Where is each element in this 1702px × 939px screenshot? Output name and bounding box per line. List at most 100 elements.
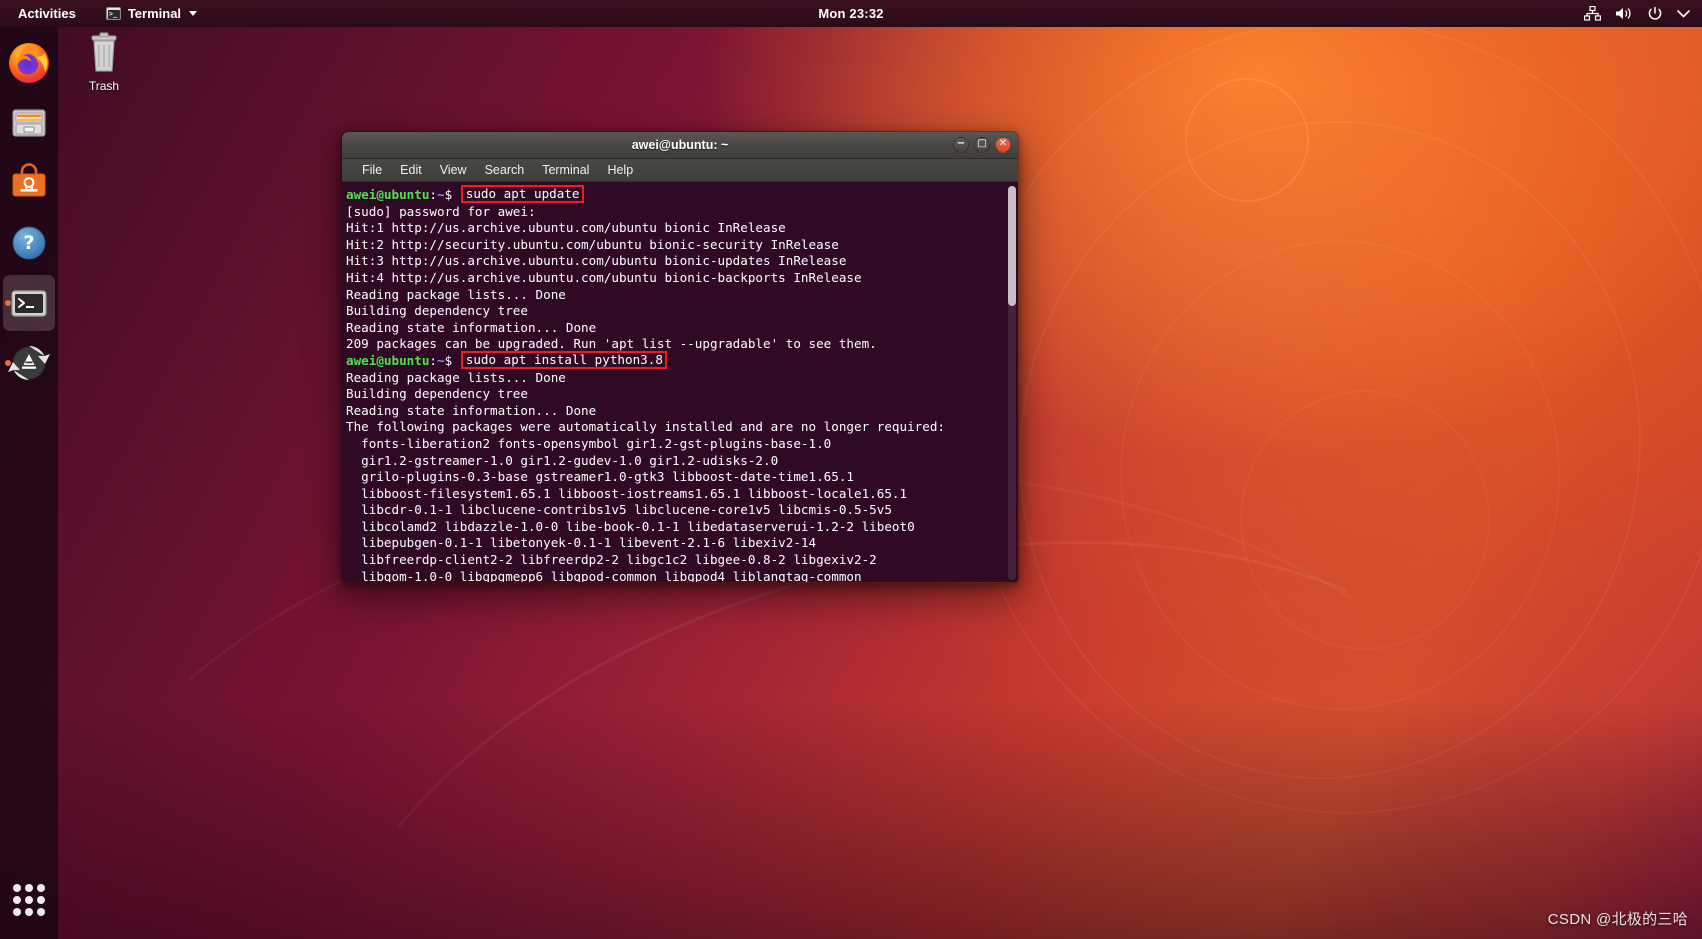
- terminal-output-line: Hit:3 http://us.archive.ubuntu.com/ubunt…: [346, 253, 1018, 270]
- terminal-text: grilo-plugins-0.3-base gstreamer1.0-gtk3…: [346, 469, 854, 485]
- apps-dot: [25, 908, 33, 916]
- terminal-icon: [11, 290, 47, 317]
- wallpaper-swirl: [1240, 390, 1490, 650]
- terminal-body[interactable]: awei@ubuntu:~$ sudo apt update [sudo] pas…: [342, 182, 1018, 582]
- apps-dot: [37, 896, 45, 904]
- dock-item-software[interactable]: [3, 155, 55, 211]
- terminal-output-line: grilo-plugins-0.3-base gstreamer1.0-gtk3…: [346, 469, 1018, 486]
- terminal-text: Hit:3 http://us.archive.ubuntu.com/ubunt…: [346, 253, 847, 269]
- terminal-text: 209 packages can be upgraded. Run 'apt l…: [346, 336, 877, 352]
- menu-help[interactable]: Help: [598, 161, 642, 179]
- highlighted-command: sudo apt update: [460, 185, 584, 203]
- terminal-scrollbar[interactable]: [1008, 186, 1016, 580]
- prompt-tail: $: [444, 352, 460, 368]
- dock-item-help[interactable]: ?: [3, 215, 55, 271]
- chevron-down-icon: [189, 11, 198, 16]
- dock: ?: [0, 27, 58, 939]
- menu-file[interactable]: File: [353, 161, 391, 179]
- terminal-output-line: libcolamd2 libdazzle-1.0-0 libe-book-0.1…: [346, 519, 1018, 536]
- prompt-user: awei@ubuntu: [346, 352, 430, 368]
- close-button[interactable]: ✕: [995, 137, 1011, 153]
- wallpaper-swirl: [958, 62, 1702, 838]
- terminal-output-line: Hit:4 http://us.archive.ubuntu.com/ubunt…: [346, 270, 1018, 287]
- prompt-separator: :: [429, 187, 437, 202]
- minimize-button[interactable]: −: [953, 137, 969, 153]
- terminal-text: [sudo] password for awei:: [346, 203, 536, 219]
- terminal-output-line: libgom-1.0-0 libgpgmepp6 libgpod-common …: [346, 569, 1018, 582]
- prompt-tail: $: [444, 187, 460, 202]
- terminal-output-line: libfreerdp-client2-2 libfreerdp2-2 libgc…: [346, 552, 1018, 569]
- show-applications-button[interactable]: [6, 877, 52, 923]
- dock-item-software-updater[interactable]: [3, 335, 55, 391]
- scrollbar-thumb[interactable]: [1008, 186, 1016, 306]
- maximize-icon: □: [977, 138, 987, 149]
- terminal-output: awei@ubuntu:~$ sudo apt update [sudo] pas…: [345, 185, 1018, 582]
- apps-dot: [37, 908, 45, 916]
- network-icon[interactable]: [1584, 6, 1601, 21]
- menu-search[interactable]: Search: [476, 161, 534, 179]
- watermark: CSDN @北极的三哈: [1547, 911, 1688, 928]
- maximize-button[interactable]: □: [974, 137, 990, 153]
- terminal-text: Reading state information... Done: [346, 319, 597, 335]
- wallpaper-vignette: [0, 699, 1702, 939]
- activities-button[interactable]: Activities: [12, 3, 82, 24]
- terminal-output-line: Reading state information... Done: [346, 403, 1018, 420]
- terminal-text: Building dependency tree: [346, 386, 528, 402]
- terminal-text: Hit:2 http://security.ubuntu.com/ubuntu …: [346, 236, 839, 252]
- menu-edit[interactable]: Edit: [391, 161, 431, 179]
- apps-dot: [25, 884, 33, 892]
- running-indicator-dot: [5, 360, 11, 366]
- volume-icon[interactable]: [1615, 6, 1633, 21]
- terminal-prompt-line: awei@ubuntu:~$ sudo apt update: [346, 185, 1018, 204]
- dock-item-firefox[interactable]: [3, 35, 55, 91]
- apps-dot: [13, 884, 21, 892]
- window-titlebar[interactable]: awei@ubuntu: ~ − □ ✕: [342, 132, 1018, 159]
- window-controls: − □ ✕: [953, 137, 1018, 153]
- terminal-output-line: Hit:2 http://security.ubuntu.com/ubuntu …: [346, 237, 1018, 254]
- terminal-output-line: Reading package lists... Done: [346, 370, 1018, 387]
- menu-view[interactable]: View: [431, 161, 476, 179]
- close-icon: ✕: [998, 138, 1008, 149]
- app-menu-button[interactable]: Terminal: [100, 3, 203, 24]
- system-indicators[interactable]: [1584, 6, 1702, 22]
- chevron-down-icon[interactable]: [1677, 9, 1690, 18]
- wallpaper-swirl: [1120, 240, 1560, 710]
- terminal-output-line: Reading state information... Done: [346, 320, 1018, 337]
- apps-dot: [13, 896, 21, 904]
- prompt-path: ~: [437, 187, 445, 202]
- terminal-output-line: [sudo] password for awei:: [346, 204, 1018, 221]
- terminal-window[interactable]: awei@ubuntu: ~ − □ ✕ File Edit View Sear…: [341, 131, 1019, 583]
- desktop-icon-trash[interactable]: Trash: [62, 30, 146, 104]
- terminal-text: libepubgen-0.1-1 libetonyek-0.1-1 libeve…: [346, 535, 817, 551]
- apps-dot: [37, 884, 45, 892]
- minimize-icon: −: [956, 138, 966, 149]
- apps-dot: [25, 896, 33, 904]
- ubuntu-software-icon: [12, 163, 46, 197]
- terminal-text: gir1.2-gstreamer-1.0 gir1.2-gudev-1.0 gi…: [346, 452, 779, 468]
- terminal-text: Hit:4 http://us.archive.ubuntu.com/ubunt…: [346, 269, 862, 285]
- terminal-output-line: libepubgen-0.1-1 libetonyek-0.1-1 libeve…: [346, 535, 1018, 552]
- power-icon[interactable]: [1647, 6, 1663, 22]
- terminal-text: libfreerdp-client2-2 libfreerdp2-2 libgc…: [346, 552, 877, 568]
- apps-dot: [13, 908, 21, 916]
- dock-item-terminal[interactable]: [3, 275, 55, 331]
- terminal-output-line: Reading package lists... Done: [346, 287, 1018, 304]
- terminal-text: libboost-filesystem1.65.1 libboost-iostr…: [346, 485, 908, 501]
- terminal-text: The following packages were automaticall…: [346, 419, 945, 435]
- trash-icon: [84, 30, 124, 76]
- dock-item-files[interactable]: [3, 95, 55, 151]
- clock[interactable]: Mon 23:32: [0, 6, 1702, 21]
- desktop-icon-label: Trash: [88, 79, 120, 93]
- prompt-path: ~: [437, 352, 445, 368]
- terminal-text: Hit:1 http://us.archive.ubuntu.com/ubunt…: [346, 220, 786, 236]
- highlighted-command: sudo apt install python3.8: [460, 350, 667, 369]
- svg-text:?: ?: [23, 232, 34, 254]
- terminal-output-line: fonts-liberation2 fonts-opensymbol gir1.…: [346, 436, 1018, 453]
- terminal-text: fonts-liberation2 fonts-opensymbol gir1.…: [346, 435, 832, 451]
- window-title: awei@ubuntu: ~: [631, 138, 729, 152]
- prompt-user: awei@ubuntu: [346, 187, 430, 202]
- menu-terminal[interactable]: Terminal: [533, 161, 598, 179]
- firefox-icon: [9, 43, 49, 83]
- terminal-menubar: File Edit View Search Terminal Help: [342, 159, 1018, 182]
- terminal-output-line: gir1.2-gstreamer-1.0 gir1.2-gudev-1.0 gi…: [346, 453, 1018, 470]
